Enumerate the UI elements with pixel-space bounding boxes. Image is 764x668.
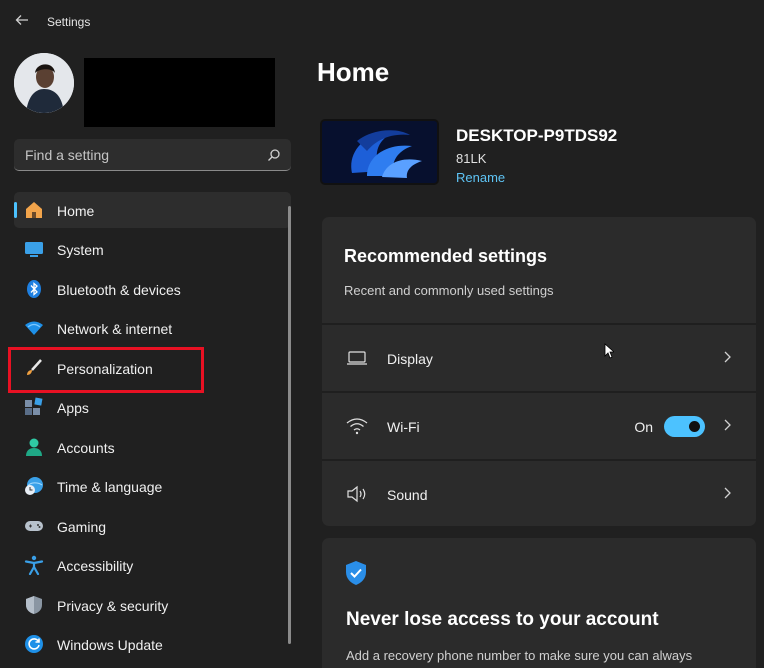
monitor-icon xyxy=(346,348,368,368)
sidebar-item-label: Home xyxy=(57,203,95,219)
account-recovery-card: Never lose access to your account Add a … xyxy=(322,538,756,668)
sidebar-item-label: Privacy & security xyxy=(57,598,169,614)
search-box[interactable]: Find a setting xyxy=(14,139,291,171)
account-card-title: Never lose access to your account xyxy=(346,609,659,630)
card-title: Recommended settings xyxy=(344,246,548,266)
setting-row-label: Display xyxy=(387,351,433,367)
sidebar-item-home[interactable]: Home xyxy=(14,192,291,228)
sidebar-item-label: Gaming xyxy=(57,519,107,535)
sidebar-item-network[interactable]: Network & internet xyxy=(14,310,291,346)
personalization-highlight-box xyxy=(8,347,204,393)
sidebar-item-label: Accessibility xyxy=(57,558,134,574)
account-card-text: Add a recovery phone number to make sure… xyxy=(346,648,693,663)
chevron-right-icon xyxy=(722,417,732,433)
home-icon xyxy=(24,200,44,220)
device-name: DESKTOP-P9TDS92 xyxy=(456,126,618,145)
shield-check-icon xyxy=(344,560,368,586)
back-arrow-icon[interactable] xyxy=(12,12,32,32)
wifi-toggle[interactable] xyxy=(664,416,705,437)
setting-row-label: Sound xyxy=(387,487,428,503)
sidebar-item-label: Network & internet xyxy=(57,321,173,337)
setting-row-wifi[interactable]: Wi-Fi On xyxy=(322,391,756,458)
accounts-icon xyxy=(24,437,44,457)
sidebar-item-label: System xyxy=(57,242,104,258)
apps-icon xyxy=(24,397,44,417)
wifi-icon xyxy=(24,318,44,338)
title-bar: Settings xyxy=(0,0,764,44)
toggle-knob xyxy=(689,421,700,432)
mouse-cursor-icon xyxy=(604,343,616,359)
sidebar-item-label: Accounts xyxy=(57,440,115,456)
sidebar-scrollbar[interactable] xyxy=(288,206,291,644)
card-subtitle: Recent and commonly used settings xyxy=(344,283,554,298)
page-title: Home xyxy=(317,57,390,87)
wifi-icon xyxy=(346,416,368,436)
wifi-state-label: On xyxy=(634,419,653,435)
sidebar-item-privacy-security[interactable]: Privacy & security xyxy=(14,587,291,623)
device-wallpaper-thumbnail xyxy=(320,119,439,185)
setting-row-sound[interactable]: Sound xyxy=(322,459,756,526)
update-icon xyxy=(24,634,44,654)
sidebar-item-system[interactable]: System xyxy=(14,231,291,267)
redacted-account-info xyxy=(84,58,275,127)
chevron-right-icon xyxy=(722,349,732,365)
device-model: 81LK xyxy=(456,151,487,166)
sidebar-item-label: Time & language xyxy=(57,479,163,495)
sidebar-item-label: Bluetooth & devices xyxy=(57,282,181,298)
avatar[interactable] xyxy=(14,53,74,113)
recommended-settings-card: Recommended settings Recent and commonly… xyxy=(322,217,756,526)
sidebar-item-bluetooth[interactable]: Bluetooth & devices xyxy=(14,271,291,307)
sidebar-item-windows-update[interactable]: Windows Update xyxy=(14,626,291,662)
sidebar-item-apps[interactable]: Apps xyxy=(14,389,291,425)
sidebar-item-gaming[interactable]: Gaming xyxy=(14,508,291,544)
app-title: Settings xyxy=(47,15,91,29)
search-input[interactable]: Find a setting xyxy=(25,147,109,163)
bluetooth-icon xyxy=(24,279,44,299)
chevron-right-icon xyxy=(722,485,732,501)
gamepad-icon xyxy=(24,516,44,536)
system-icon xyxy=(24,239,44,259)
active-indicator xyxy=(14,202,17,218)
speaker-icon xyxy=(346,484,368,504)
accessibility-icon xyxy=(24,555,44,576)
rename-link[interactable]: Rename xyxy=(456,170,505,185)
setting-row-label: Wi-Fi xyxy=(387,419,420,435)
sidebar-item-accounts[interactable]: Accounts xyxy=(14,429,291,465)
sidebar-item-time-language[interactable]: Time & language xyxy=(14,468,291,504)
search-icon[interactable] xyxy=(267,148,281,162)
setting-row-display[interactable]: Display xyxy=(322,323,756,390)
globe-clock-icon xyxy=(24,476,44,496)
sidebar-item-label: Apps xyxy=(57,400,89,416)
shield-icon xyxy=(24,595,44,615)
sidebar-item-label: Windows Update xyxy=(57,637,163,653)
sidebar-item-accessibility[interactable]: Accessibility xyxy=(14,547,291,583)
